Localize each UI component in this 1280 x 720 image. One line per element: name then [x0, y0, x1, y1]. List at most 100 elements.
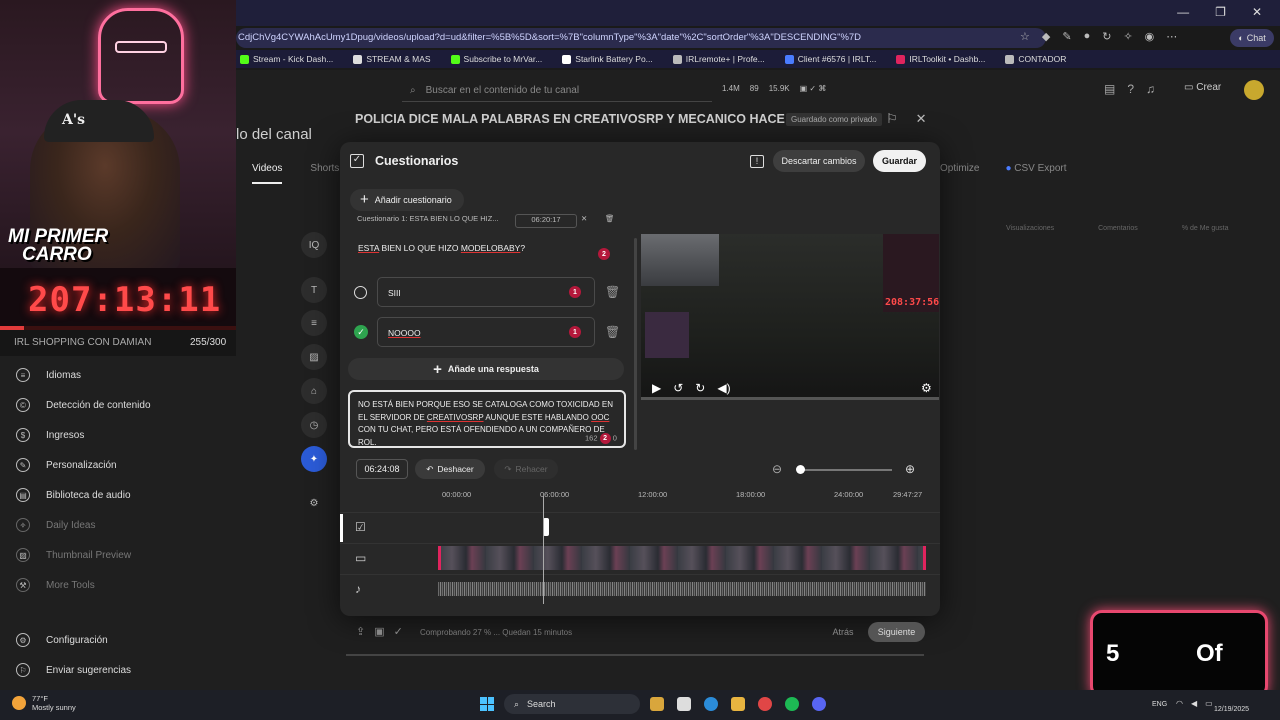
answer-radio[interactable]	[354, 286, 367, 299]
taskbar-search[interactable]: ⌕ Search	[504, 694, 640, 714]
edge-icon[interactable]	[704, 697, 718, 711]
answer-field[interactable]: NOOOO	[377, 317, 595, 347]
rail-text-icon[interactable]: T	[301, 277, 327, 303]
rail-clock-icon[interactable]: ◷	[301, 412, 327, 438]
tab-optimize[interactable]: Optimize	[940, 163, 979, 174]
rail-tag-icon[interactable]: ⌂	[301, 378, 327, 404]
tab-videos[interactable]: Videos	[252, 163, 283, 184]
rail-iq-icon[interactable]: IQ	[301, 232, 327, 258]
search-input[interactable]: ⌕ Buscar en el contenido de tu canal	[402, 80, 712, 102]
tab-csv-export[interactable]: ● CSV Export	[1005, 163, 1066, 174]
trash-icon[interactable]: 🗑	[605, 214, 615, 223]
language-indicator[interactable]: ENG	[1152, 701, 1167, 708]
menu-icon[interactable]: ⋯	[1166, 30, 1177, 43]
preview-progress[interactable]	[641, 397, 939, 400]
next-button[interactable]: Siguiente	[868, 622, 925, 642]
sidebar-item[interactable]: ⚒ More Tools	[16, 578, 95, 592]
sidebar-item[interactable]: ⚙ Configuración	[16, 633, 108, 647]
answer-field[interactable]: SIII	[377, 277, 595, 307]
bookmark-item[interactable]: IRLremote+ | Profe...	[672, 54, 765, 64]
redo-button[interactable]: ↷ Rehacer	[494, 459, 558, 479]
discard-button[interactable]: Descartar cambios	[773, 150, 865, 172]
sidebar-item[interactable]: ✧ Daily Ideas	[16, 518, 95, 532]
trash-icon[interactable]: 🗑	[605, 325, 620, 339]
tab-shorts[interactable]: Shorts	[310, 163, 339, 184]
clock-date[interactable]: 12/19/2025	[1214, 706, 1249, 713]
volume-icon[interactable]: ◀)	[717, 381, 730, 395]
scrollbar[interactable]	[634, 238, 637, 450]
chat-button[interactable]: ◐ Chat	[1230, 29, 1274, 47]
maximize-icon[interactable]: ❐	[1215, 5, 1226, 19]
avatar[interactable]	[1244, 80, 1264, 100]
forward-icon[interactable]: ↻	[695, 381, 705, 395]
widgets-icon[interactable]	[650, 697, 664, 711]
rail-gear-icon[interactable]: ⚙	[301, 490, 327, 516]
wifi-icon[interactable]: ◠	[1176, 699, 1183, 708]
sidebar-item[interactable]: ▤ Biblioteca de audio	[16, 488, 131, 502]
zoom-slider[interactable]	[800, 469, 892, 471]
bookmark-item[interactable]: Stream - Kick Dash...	[240, 54, 333, 64]
sidebar-item[interactable]: ✎ Personalización	[16, 458, 117, 472]
video-thumbnails-strip[interactable]	[438, 546, 926, 570]
profile-icon[interactable]: ◉	[1145, 30, 1155, 43]
trash-icon[interactable]: 🗑	[605, 285, 620, 299]
subtitles-icon[interactable]: ▤	[1104, 82, 1115, 96]
bookmark-item[interactable]: Starlink Battery Po...	[562, 54, 653, 64]
bell-icon[interactable]: ♫	[1146, 82, 1155, 96]
bookmark-item[interactable]: Client #6576 | IRLT...	[784, 54, 876, 64]
extension-icon[interactable]: ↻	[1102, 30, 1111, 43]
correct-check-icon[interactable]: ✓	[354, 325, 368, 339]
close-window-icon[interactable]: ✕	[1252, 5, 1262, 19]
sidebar-item[interactable]: ▨ Thumbnail Preview	[16, 548, 131, 562]
extension-icon[interactable]: ●	[1084, 30, 1091, 43]
zoom-slider-handle[interactable]	[796, 465, 805, 474]
undo-button[interactable]: ↶ Deshacer	[415, 459, 485, 479]
close-icon[interactable]: ✕	[916, 111, 927, 127]
bookmark-item[interactable]: STREAM & MAS	[353, 54, 431, 64]
save-button[interactable]: Guardar	[873, 150, 926, 172]
chrome-icon[interactable]	[758, 697, 772, 711]
collapse-icon[interactable]: ✕	[581, 214, 587, 223]
help-icon[interactable]: ?	[1127, 82, 1134, 96]
add-quiz-button[interactable]: + Añadir cuestionario	[350, 189, 464, 211]
clip-end-handle[interactable]	[923, 546, 926, 570]
bookmark-item[interactable]: CONTADOR	[1005, 54, 1066, 64]
zoom-out-icon[interactable]: ⊖	[772, 462, 782, 476]
time-input[interactable]: 06:24:08	[356, 459, 408, 479]
play-icon[interactable]: ▶	[652, 381, 661, 395]
spotify-icon[interactable]	[785, 697, 799, 711]
address-bar[interactable]: CdjChVg4CYWAhAcUmy1Dpug/videos/upload?d=…	[236, 28, 1046, 48]
weather-widget[interactable]: 77°F Mostly sunny	[12, 694, 76, 712]
volume-icon[interactable]: ◀	[1191, 699, 1197, 708]
battery-icon[interactable]: ▭	[1205, 699, 1213, 708]
puzzle-icon[interactable]: ✧	[1123, 30, 1132, 43]
task-view-icon[interactable]	[677, 697, 691, 711]
sidebar-item[interactable]: $ Ingresos	[16, 428, 84, 442]
rail-list-icon[interactable]: ≡	[301, 310, 327, 336]
star-icon[interactable]: ☆	[1020, 30, 1030, 43]
question-text[interactable]: ESTA BIEN LO QUE HIZO MODELOBABY?	[358, 243, 525, 253]
create-button[interactable]: ▭ Crear	[1184, 82, 1221, 93]
playhead[interactable]	[543, 496, 544, 604]
discord-icon[interactable]	[812, 697, 826, 711]
minimize-icon[interactable]: —	[1177, 5, 1189, 19]
rewind-icon[interactable]: ↺	[673, 381, 683, 395]
add-answer-button[interactable]: + Añade una respuesta	[348, 358, 624, 380]
extension-icon[interactable]: ✎	[1062, 30, 1071, 43]
folder-icon[interactable]	[731, 697, 745, 711]
settings-icon[interactable]: ⚙	[921, 381, 932, 395]
sidebar-item[interactable]: ⚐ Enviar sugerencias	[16, 663, 131, 677]
sidebar-item[interactable]: © Detección de contenido	[16, 398, 151, 412]
windows-start-icon[interactable]	[480, 697, 494, 711]
extension-icon[interactable]: ◆	[1042, 30, 1050, 43]
zoom-in-icon[interactable]: ⊕	[905, 462, 915, 476]
quiz-time[interactable]: 06:20:17	[515, 214, 577, 228]
bookmark-item[interactable]: IRLToolkit • Dashb...	[896, 54, 985, 64]
feedback-icon[interactable]: !	[750, 155, 764, 168]
rail-image-icon[interactable]: ▨	[301, 344, 327, 370]
rail-sparkle-icon[interactable]: ✦	[301, 446, 327, 472]
feedback-icon[interactable]: ⚐	[886, 111, 898, 127]
bookmark-item[interactable]: Subscribe to MrVar...	[450, 54, 542, 64]
video-preview[interactable]	[641, 234, 939, 400]
sidebar-item[interactable]: ≡ Idiomas	[16, 368, 81, 382]
